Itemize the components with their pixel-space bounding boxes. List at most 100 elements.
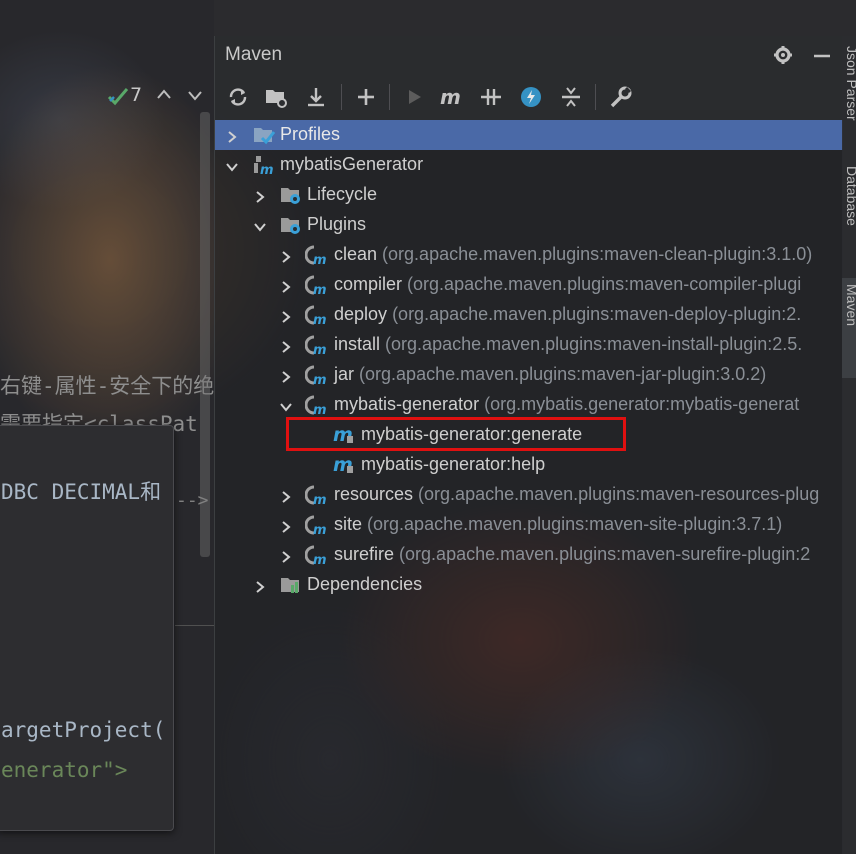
tree-item-plugin[interactable]: m surefire (org.apache.maven.plugins:mav… — [215, 540, 843, 570]
run-icon[interactable] — [401, 84, 427, 110]
code-comment-line: 右键-属性-安全下的绝 — [0, 374, 214, 398]
svg-text:m: m — [313, 343, 327, 356]
tree-item-plugin[interactable]: m compiler (org.apache.maven.plugins:mav… — [215, 270, 843, 300]
reload-icon[interactable] — [225, 84, 251, 110]
svg-text:m: m — [313, 253, 327, 266]
chevron-right-icon[interactable] — [279, 308, 293, 323]
plugin-coordinates: (org.apache.maven.plugins:maven-compiler… — [407, 274, 802, 294]
tree-item-plugin[interactable]: m jar (org.apache.maven.plugins:maven-ja… — [215, 360, 843, 390]
maven-plugin-icon: m — [304, 364, 329, 388]
code-editor[interactable]: 7 右键-属性-安全下的绝 需要指定<classPat DBC DECIMAL和… — [0, 0, 214, 854]
plugin-coordinates: (org.apache.maven.plugins:maven-install-… — [385, 334, 803, 354]
divider — [175, 625, 214, 626]
inspection-check-icon[interactable] — [107, 86, 129, 106]
popup-line: enerator"> — [1, 758, 128, 782]
inspection-count[interactable]: 7 — [130, 84, 142, 106]
svg-text:m: m — [313, 553, 327, 566]
popup-line: DBC DECIMAL和 — [1, 480, 162, 504]
chevron-right-icon[interactable] — [279, 368, 293, 383]
tree-item-plugin[interactable]: m mybatis-generator (org.mybatis.generat… — [215, 390, 843, 420]
stripe-tab-maven[interactable]: Maven — [842, 278, 856, 378]
plugin-name: site — [334, 514, 363, 534]
annotation-highlight-box — [286, 417, 626, 451]
minimize-icon[interactable] — [811, 44, 833, 66]
maven-project-icon: m — [252, 154, 276, 178]
dependencies-folder-icon — [279, 574, 303, 596]
toolbar-separator — [595, 84, 596, 110]
tree-item-profiles[interactable]: Profiles — [215, 120, 843, 150]
tree-item-plugin[interactable]: m resources (org.apache.maven.plugins:ma… — [215, 480, 843, 510]
stripe-tab-json-parser[interactable]: Json Parser — [842, 36, 856, 136]
tree-item-lifecycle[interactable]: Lifecycle — [215, 180, 843, 210]
svg-text:m: m — [313, 403, 327, 416]
svg-text:m: m — [313, 283, 327, 296]
tree-item-plugin[interactable]: m deploy (org.apache.maven.plugins:maven… — [215, 300, 843, 330]
chevron-right-icon[interactable] — [253, 188, 267, 203]
svg-text:m: m — [313, 373, 327, 386]
chevron-right-icon[interactable] — [279, 338, 293, 353]
plugin-coordinates: (org.apache.maven.plugins:maven-deploy-p… — [392, 304, 802, 324]
toolbar-separator — [341, 84, 342, 110]
svg-text:m: m — [313, 523, 327, 536]
code-popup: DBC DECIMAL和 argetProject( enerator"> — [0, 425, 174, 831]
tree-item-plugin[interactable]: m site (org.apache.maven.plugins:maven-s… — [215, 510, 843, 540]
reimport-folder-icon[interactable] — [263, 84, 289, 110]
plugin-coordinates: (org.apache.maven.plugins:maven-surefire… — [399, 544, 811, 564]
execute-goal-icon[interactable]: m — [439, 84, 465, 110]
next-highlight-icon[interactable] — [186, 86, 204, 104]
chevron-right-icon[interactable] — [279, 248, 293, 263]
popup-line: argetProject( — [1, 718, 166, 742]
tree-item-plugin[interactable]: m install (org.apache.maven.plugins:mave… — [215, 330, 843, 360]
tree-label: mybatisGenerator — [280, 154, 424, 174]
tree-item-goal-help[interactable]: m mybatis-generator:help — [215, 450, 843, 480]
chevron-right-icon[interactable] — [279, 518, 293, 533]
settings-wrench-icon[interactable] — [608, 84, 634, 110]
stripe-tab-label: Json Parser — [844, 46, 856, 121]
maven-plugin-icon: m — [304, 394, 329, 418]
plugin-name: jar — [334, 364, 355, 384]
chevron-down-icon[interactable] — [225, 158, 239, 172]
chevron-right-icon[interactable] — [225, 128, 239, 143]
chevron-right-icon[interactable] — [279, 488, 293, 503]
tree-item-plugin[interactable]: m clean (org.apache.maven.plugins:maven-… — [215, 240, 843, 270]
maven-plugin-icon: m — [304, 334, 329, 358]
tree-item-project[interactable]: m mybatisGenerator — [215, 150, 843, 180]
goal-label: mybatis-generator:help — [361, 454, 546, 474]
download-icon[interactable] — [303, 84, 329, 110]
stripe-tab-database[interactable]: Database — [842, 160, 856, 270]
chevron-right-icon[interactable] — [279, 548, 293, 563]
chevron-down-icon[interactable] — [253, 218, 267, 232]
plugin-name: clean — [334, 244, 378, 264]
tree-item-dependencies[interactable]: Dependencies — [215, 570, 843, 600]
plugin-coordinates: (org.apache.maven.plugins:maven-clean-pl… — [382, 244, 813, 264]
plugin-name: deploy — [334, 304, 388, 324]
svg-text:m: m — [260, 163, 274, 176]
previous-highlight-icon[interactable] — [155, 86, 173, 104]
right-tool-stripe: Json Parser Database Maven — [842, 36, 856, 854]
toggle-offline-icon[interactable] — [478, 84, 504, 110]
collapse-all-icon[interactable] — [558, 84, 584, 110]
tree-label: Lifecycle — [307, 184, 378, 204]
skip-tests-icon[interactable] — [518, 84, 544, 110]
gear-icon[interactable] — [772, 44, 794, 66]
tree-label: Plugins — [307, 214, 367, 234]
plugin-coordinates: (org.apache.maven.plugins:maven-resource… — [418, 484, 820, 504]
chevron-right-icon[interactable] — [253, 578, 267, 593]
plugin-name: resources — [334, 484, 414, 504]
maven-plugin-icon: m — [304, 514, 329, 538]
tree-item-plugins[interactable]: Plugins — [215, 210, 843, 240]
tree-label: Dependencies — [307, 574, 423, 594]
tree-label: Profiles — [280, 124, 341, 144]
maven-tool-window: Maven m Profiles m mybatisGenerator Life… — [214, 36, 843, 854]
chevron-down-icon[interactable] — [279, 398, 293, 412]
chevron-right-icon[interactable] — [279, 278, 293, 293]
add-icon[interactable] — [353, 84, 379, 110]
plugin-coordinates: (org.apache.maven.plugins:maven-site-plu… — [367, 514, 783, 534]
maven-goal-icon: m — [333, 454, 357, 476]
toolbar-separator — [389, 84, 390, 110]
plugin-name: compiler — [334, 274, 403, 294]
maven-plugin-icon: m — [304, 304, 329, 328]
plugin-name: mybatis-generator — [334, 394, 480, 414]
plugin-coordinates: (org.mybatis.generator:mybatis-generat — [484, 394, 800, 414]
plugin-coordinates: (org.apache.maven.plugins:maven-jar-plug… — [359, 364, 767, 384]
